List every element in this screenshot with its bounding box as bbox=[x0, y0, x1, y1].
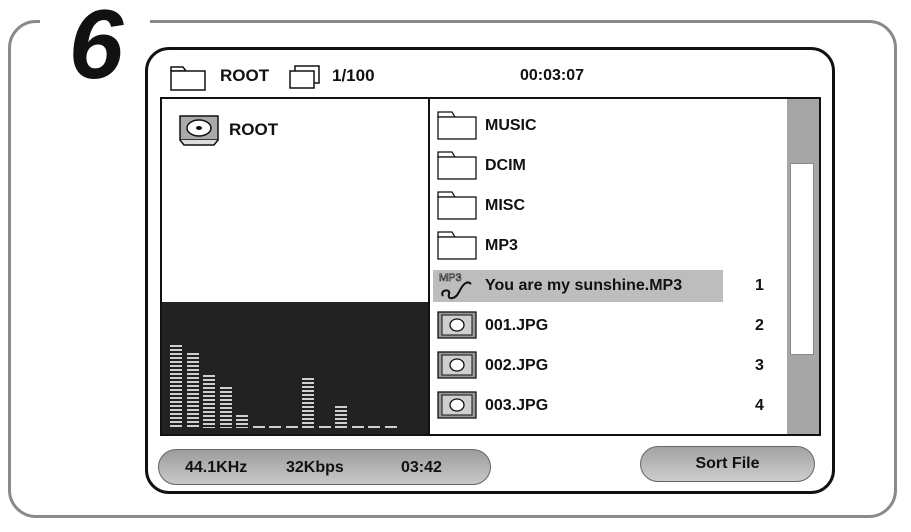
spectrum-bar bbox=[203, 375, 215, 428]
folder-icon bbox=[437, 150, 477, 185]
tree-pane: ROOT bbox=[162, 99, 430, 434]
spectrum-bar bbox=[219, 387, 232, 428]
list-item-label: 002.JPG bbox=[485, 357, 549, 374]
disc-drive-icon bbox=[179, 115, 219, 152]
track-duration: 03:42 bbox=[401, 459, 442, 476]
scrollbar-track[interactable] bbox=[790, 163, 814, 355]
spectrum-bar bbox=[269, 426, 281, 428]
current-folder-label: ROOT bbox=[220, 66, 270, 85]
list-item-label: MP3 bbox=[485, 237, 518, 254]
track-info-bar: 44.1KHz 32Kbps 03:42 bbox=[158, 449, 491, 485]
spectrum-bar bbox=[384, 426, 397, 428]
tree-root-item[interactable]: ROOT bbox=[229, 120, 278, 140]
scrollbar[interactable] bbox=[787, 99, 819, 434]
list-item[interactable]: MP3 You are my sunshine.MP3 1 bbox=[430, 267, 780, 302]
spectrum-bar bbox=[368, 426, 380, 428]
file-count: 1/100 bbox=[332, 66, 375, 85]
spectrum-bar bbox=[236, 415, 248, 428]
folder-icon bbox=[437, 230, 477, 265]
spectrum-bar bbox=[318, 426, 331, 428]
step-number: 6 bbox=[40, 0, 150, 94]
bitrate: 32Kbps bbox=[286, 459, 344, 476]
spectrum-bar bbox=[351, 426, 364, 428]
image-file-icon bbox=[437, 310, 477, 345]
list-item[interactable]: 003.JPG 4 bbox=[430, 387, 780, 421]
file-list: MUSIC DCIM MISC MP3 MP3 You are my sunshine.M… bbox=[430, 99, 785, 434]
mp3-file-icon: MP3 bbox=[437, 270, 477, 307]
list-item-index: 2 bbox=[755, 317, 764, 334]
list-item[interactable]: MISC bbox=[430, 187, 780, 221]
spectrum-bar bbox=[186, 353, 199, 428]
spectrum-bar bbox=[285, 426, 298, 428]
list-item[interactable]: MUSIC bbox=[430, 107, 780, 141]
image-file-icon bbox=[437, 350, 477, 385]
folder-icon bbox=[437, 110, 477, 145]
list-item[interactable]: DCIM bbox=[430, 147, 780, 181]
list-item[interactable]: 002.JPG 3 bbox=[430, 347, 780, 381]
list-item-label: MISC bbox=[485, 197, 525, 214]
spectrum-bar bbox=[302, 378, 314, 428]
spectrum-bar bbox=[252, 426, 265, 428]
list-item-label: 003.JPG bbox=[485, 397, 549, 414]
spectrum-bar bbox=[335, 406, 347, 428]
list-item-index: 1 bbox=[755, 277, 764, 294]
list-item[interactable]: MP3 bbox=[430, 227, 780, 261]
sample-rate: 44.1KHz bbox=[185, 459, 248, 476]
playback-time: 00:03:07 bbox=[520, 67, 585, 84]
image-file-icon bbox=[437, 390, 477, 425]
pages-icon bbox=[288, 65, 322, 96]
sort-file-button[interactable]: Sort File bbox=[640, 446, 815, 482]
top-bar: ROOT 1/100 00:03:07 bbox=[170, 62, 810, 92]
spectrum-visualizer bbox=[162, 302, 428, 434]
list-item-label: You are my sunshine.MP3 bbox=[485, 277, 683, 294]
list-item-label: 001.JPG bbox=[485, 317, 549, 334]
folder-icon bbox=[170, 65, 206, 96]
mp3-badge: MP3 bbox=[439, 272, 462, 284]
list-item-index: 4 bbox=[755, 397, 764, 414]
browser-panel: ROOT MUSIC DCIM MISC MP3 MP3 You are my sunsh… bbox=[160, 97, 821, 436]
list-item-index: 3 bbox=[755, 357, 764, 374]
list-item[interactable]: 001.JPG 2 bbox=[430, 307, 780, 341]
list-item-label: DCIM bbox=[485, 157, 526, 174]
folder-icon bbox=[437, 190, 477, 225]
spectrum-bar bbox=[170, 345, 182, 428]
list-item-label: MUSIC bbox=[485, 117, 537, 134]
